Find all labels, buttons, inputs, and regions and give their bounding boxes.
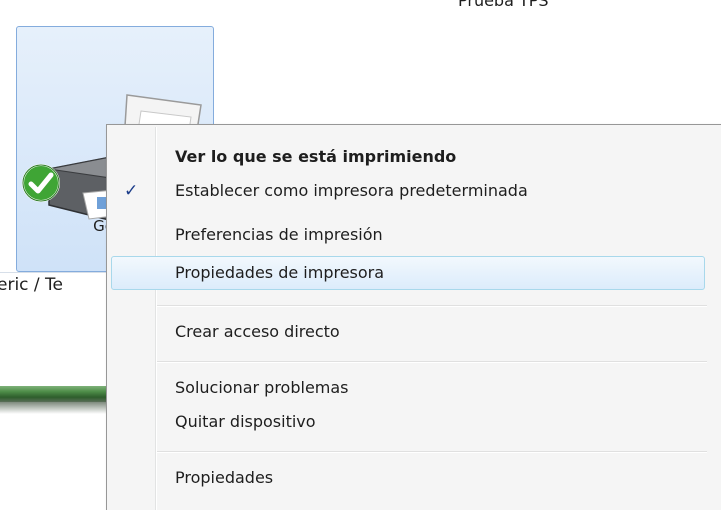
menu-item-label: Ver lo que se está imprimiendo: [175, 147, 457, 166]
menu-item-label: Quitar dispositivo: [175, 412, 316, 431]
menu-item-label: Preferencias de impresión: [175, 225, 383, 244]
details-device-model: eric / Te: [0, 275, 64, 295]
menu-item-see-whats-printing[interactable]: Ver lo que se está imprimiendo: [111, 140, 705, 174]
menu-item-label: Propiedades: [175, 468, 274, 487]
menu-item-label: Solucionar problemas: [175, 378, 349, 397]
menu-item-set-default-printer[interactable]: ✓ Establecer como impresora predetermina…: [111, 174, 705, 208]
menu-separator: [157, 451, 707, 452]
menu-item-printing-preferences[interactable]: Preferencias de impresión: [111, 218, 705, 252]
menu-item-label: Propiedades de impresora: [175, 263, 385, 282]
menu-item-troubleshoot[interactable]: Solucionar problemas: [111, 371, 705, 405]
checkmark-icon: ✓: [124, 181, 139, 201]
menu-item-label: Crear acceso directo: [175, 322, 340, 341]
menu-item-printer-properties[interactable]: Propiedades de impresora: [111, 256, 705, 290]
menu-separator: [157, 305, 707, 306]
menu-item-label: Establecer como impresora predeterminada: [175, 181, 528, 200]
default-check-icon: [22, 164, 60, 202]
menu-item-properties[interactable]: Propiedades: [111, 461, 705, 495]
context-menu: Ver lo que se está imprimiendo ✓ Estable…: [106, 124, 721, 510]
device-label-partial: Prueba TPS: [458, 0, 549, 10]
menu-separator: [157, 361, 707, 362]
menu-item-create-shortcut[interactable]: Crear acceso directo: [111, 315, 705, 349]
devices-and-printers-window: Prueba TPS Gener C eric / Te r: [0, 0, 721, 510]
menu-item-remove-device[interactable]: Quitar dispositivo: [111, 405, 705, 439]
